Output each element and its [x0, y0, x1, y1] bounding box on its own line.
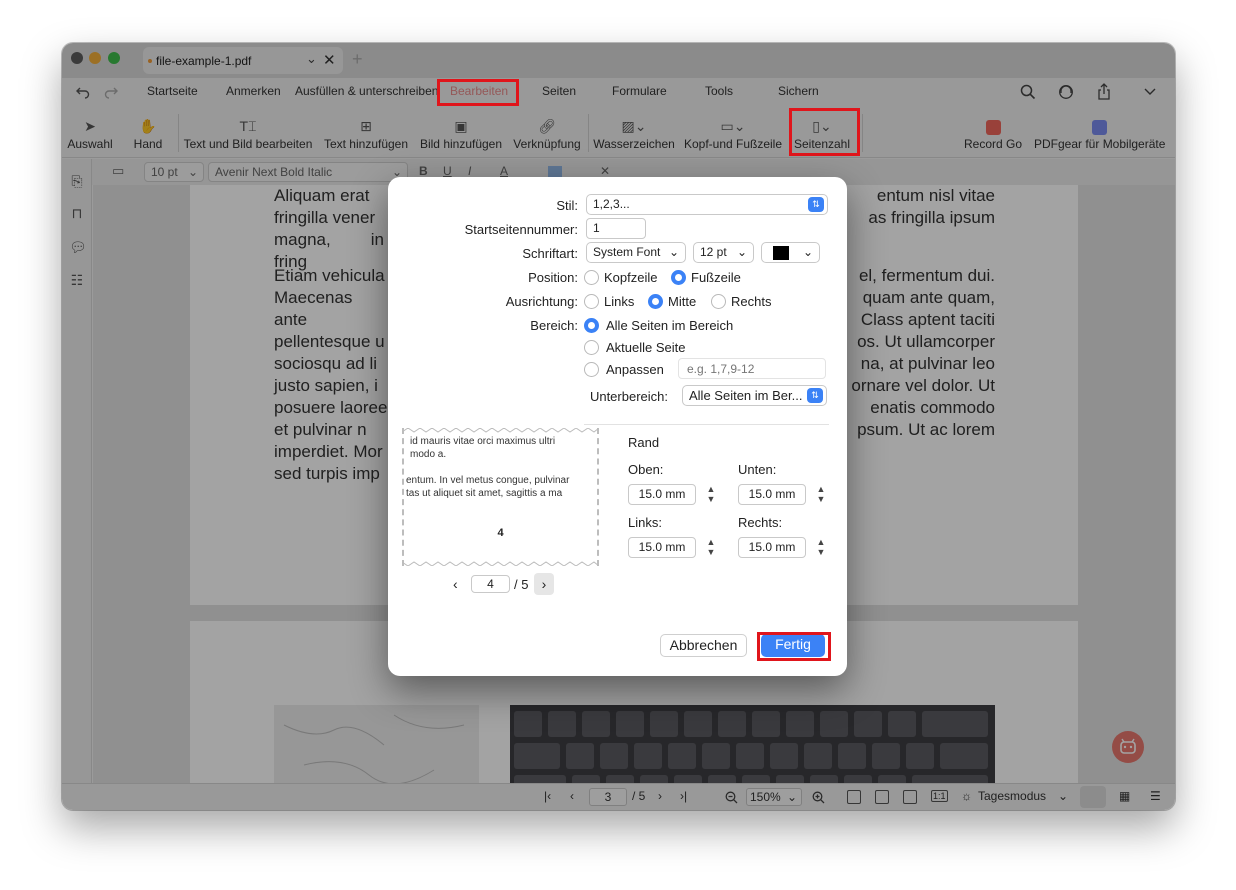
start-page-label: Startseitennummer: — [464, 222, 578, 237]
align-label: Ausrichtung: — [505, 294, 578, 309]
margin-left-label: Links: — [628, 515, 662, 530]
subrange-select[interactable]: Alle Seiten im Ber... ⇅ — [682, 385, 827, 406]
font-select[interactable]: System Font ⌄ — [586, 242, 686, 263]
highlight-seitenzahl — [789, 108, 860, 156]
margin-right-label: Rechts: — [738, 515, 783, 530]
margin-bottom-label: Unten: — [738, 462, 777, 477]
page-number-dialog: Stil: 1,2,3... ⇅ Startseitennummer: 1 Sc… — [388, 177, 847, 676]
margin-top-label: Oben: — [628, 462, 664, 477]
stil-value: 1,2,3... — [593, 197, 630, 211]
start-page-input[interactable]: 1 — [586, 218, 646, 239]
font-value: System Font — [593, 245, 661, 259]
position-label: Position: — [528, 270, 578, 285]
position-kopfzeile-radio[interactable] — [584, 270, 599, 285]
stil-label: Stil: — [556, 198, 578, 213]
highlight-fertig — [757, 632, 831, 661]
preview-torn-edge-icon — [402, 428, 599, 566]
color-select[interactable]: ⌄ — [761, 242, 820, 263]
range-all-radio[interactable] — [584, 318, 599, 333]
range-label: Bereich: — [530, 318, 578, 333]
align-mitte-label: Mitte — [668, 294, 697, 309]
preview-total-label: / 5 — [514, 577, 529, 592]
dialog-divider — [584, 424, 829, 425]
subrange-value: Alle Seiten im Ber... — [689, 388, 803, 403]
range-current-label: Aktuelle Seite — [606, 340, 686, 355]
subrange-label: Unterbereich: — [589, 389, 668, 404]
margin-left-input[interactable]: 15.0 mm — [628, 537, 696, 558]
font-label: Schriftart: — [522, 246, 578, 261]
range-all-label: Alle Seiten im Bereich — [606, 318, 734, 333]
position-fusszeile-label: Fußzeile — [691, 270, 741, 285]
cancel-button[interactable]: Abbrechen — [660, 634, 747, 657]
margin-top-stepper[interactable]: ▲ ▼ — [704, 484, 718, 505]
margin-right-input[interactable]: 15.0 mm — [738, 537, 806, 558]
align-links-radio[interactable] — [584, 294, 599, 309]
color-swatch — [773, 246, 789, 260]
subrange-stepper-icon: ⇅ — [807, 388, 823, 403]
font-chevron-icon: ⌄ — [668, 245, 679, 259]
range-custom-label: Anpassen — [606, 362, 664, 377]
font-size-dialog-value: 12 pt — [700, 245, 727, 259]
range-custom-radio[interactable] — [584, 362, 599, 377]
range-custom-input[interactable] — [678, 358, 826, 379]
margin-left-stepper[interactable]: ▲ ▼ — [704, 537, 718, 558]
size-chevron-icon: ⌄ — [736, 245, 747, 259]
color-chevron-icon: ⌄ — [802, 245, 813, 259]
margin-bottom-stepper[interactable]: ▲ ▼ — [814, 484, 828, 505]
preview-next-icon[interactable]: › — [534, 573, 554, 595]
margin-top-input[interactable]: 15.0 mm — [628, 484, 696, 505]
stil-select[interactable]: 1,2,3... ⇅ — [586, 194, 828, 215]
margin-bottom-input[interactable]: 15.0 mm — [738, 484, 806, 505]
position-fusszeile-radio[interactable] — [671, 270, 686, 285]
margin-right-stepper[interactable]: ▲ ▼ — [814, 537, 828, 558]
align-rechts-label: Rechts — [731, 294, 772, 309]
highlight-bearbeiten — [437, 79, 519, 106]
align-mitte-radio[interactable] — [648, 294, 663, 309]
position-kopfzeile-label: Kopfzeile — [604, 270, 658, 285]
margin-title: Rand — [628, 435, 660, 450]
font-size-dialog-select[interactable]: 12 pt ⌄ — [693, 242, 754, 263]
preview-page-input[interactable]: 4 — [471, 575, 510, 593]
preview-prev-icon[interactable]: ‹ — [453, 576, 458, 592]
stil-stepper-icon: ⇅ — [808, 197, 824, 212]
range-current-radio[interactable] — [584, 340, 599, 355]
align-rechts-radio[interactable] — [711, 294, 726, 309]
align-links-label: Links — [604, 294, 635, 309]
